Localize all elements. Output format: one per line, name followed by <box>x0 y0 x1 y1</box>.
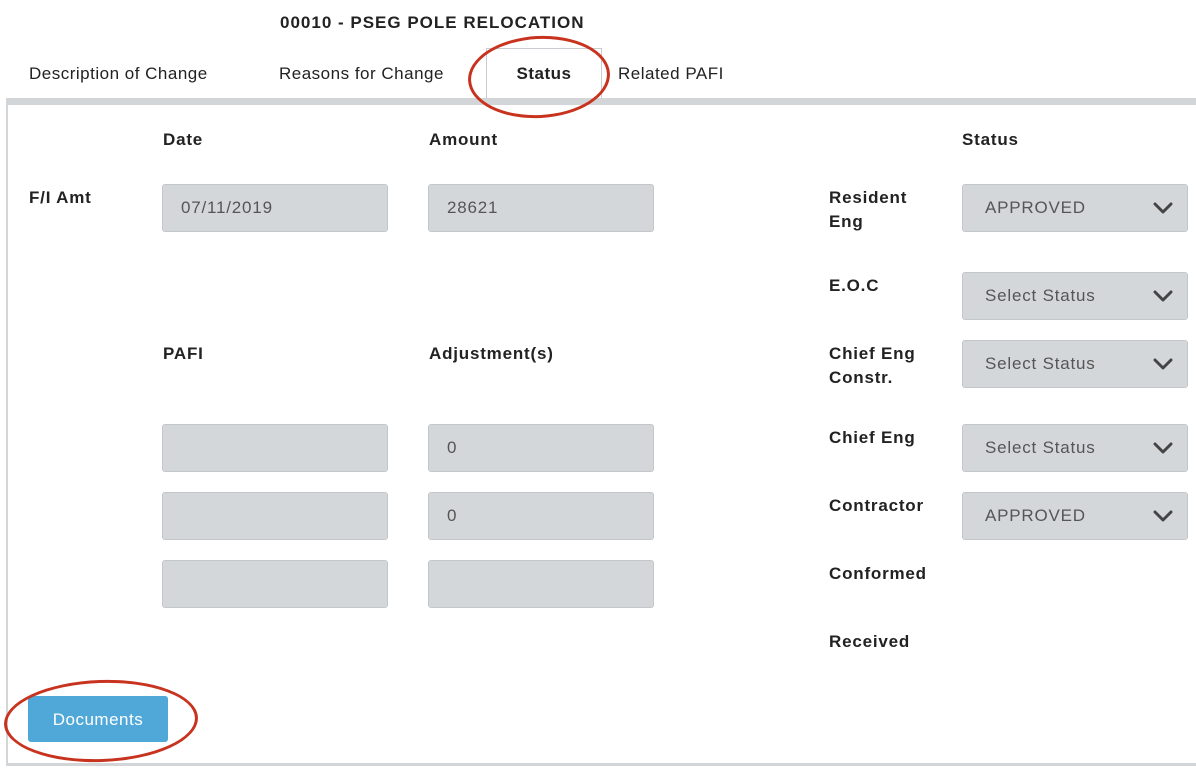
chevron-down-icon <box>1153 202 1173 214</box>
eoc-status-select[interactable]: Select Status <box>962 272 1188 320</box>
fi-amt-label: F/I Amt <box>29 188 92 207</box>
chief-eng-label: Chief Eng <box>829 428 916 447</box>
fi-date-field[interactable]: 07/11/2019 <box>162 184 388 232</box>
pafi-field-3[interactable] <box>162 560 388 608</box>
documents-button[interactable]: Documents <box>28 696 168 742</box>
resident-eng-status-value: APPROVED <box>985 198 1086 217</box>
status-page: 00010 - PSEG POLE RELOCATION Description… <box>0 0 1196 772</box>
tab-description-of-change[interactable]: Description of Change <box>29 60 208 100</box>
amount-column-header: Amount <box>429 130 499 149</box>
conformed-label: Conformed <box>829 564 927 583</box>
resident-eng-label: Resident Eng <box>829 188 908 231</box>
chevron-down-icon <box>1153 510 1173 522</box>
tab-reasons-for-change[interactable]: Reasons for Change <box>279 60 444 100</box>
adjustment-field-2[interactable]: 0 <box>428 492 654 540</box>
contractor-label: Contractor <box>829 496 924 515</box>
pafi-field-1[interactable] <box>162 424 388 472</box>
resident-eng-status-select[interactable]: APPROVED <box>962 184 1188 232</box>
contractor-status-select[interactable]: APPROVED <box>962 492 1188 540</box>
chief-eng-status-select[interactable]: Select Status <box>962 424 1188 472</box>
page-title: 00010 - PSEG POLE RELOCATION <box>280 13 585 32</box>
chevron-down-icon <box>1153 358 1173 370</box>
chief-eng-status-value: Select Status <box>985 438 1096 457</box>
chief-eng-constr-status-value: Select Status <box>985 354 1096 373</box>
adjustment-field-1[interactable]: 0 <box>428 424 654 472</box>
chevron-down-icon <box>1153 442 1173 454</box>
date-column-header: Date <box>163 130 204 149</box>
eoc-label: E.O.C <box>829 276 880 295</box>
adjustment-field-3[interactable] <box>428 560 654 608</box>
eoc-status-value: Select Status <box>985 286 1096 305</box>
contractor-status-value: APPROVED <box>985 506 1086 525</box>
tab-related-pafi[interactable]: Related PAFI <box>618 60 724 100</box>
status-column-header: Status <box>962 130 1019 149</box>
received-label: Received <box>829 632 911 651</box>
chief-eng-constr-status-select[interactable]: Select Status <box>962 340 1188 388</box>
fi-amount-field[interactable]: 28621 <box>428 184 654 232</box>
pafi-column-header: PAFI <box>163 344 204 363</box>
tab-status[interactable]: Status <box>486 48 602 100</box>
chief-eng-constr-label: Chief Eng Constr. <box>829 344 916 387</box>
chevron-down-icon <box>1153 290 1173 302</box>
pafi-field-2[interactable] <box>162 492 388 540</box>
adjustments-column-header: Adjustment(s) <box>429 344 554 363</box>
